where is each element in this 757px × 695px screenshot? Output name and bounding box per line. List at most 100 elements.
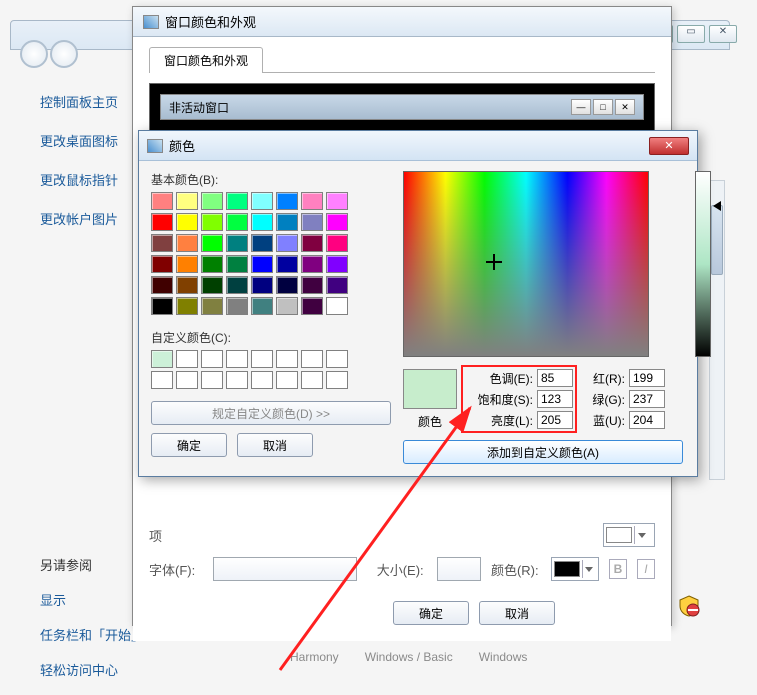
color-swatch[interactable] (276, 234, 298, 252)
win1-cancel-button[interactable]: 取消 (479, 601, 555, 625)
color-label: 颜色(R): (491, 560, 541, 579)
color-swatch[interactable] (151, 192, 173, 210)
hue-input[interactable] (537, 369, 573, 387)
lum-input[interactable] (537, 411, 573, 429)
italic-button[interactable]: I (637, 559, 655, 579)
scrollbar-thumb[interactable] (711, 205, 723, 275)
color1-dropdown[interactable] (603, 523, 655, 547)
bg-max-button[interactable]: ▭ (677, 25, 705, 43)
color-swatch[interactable] (201, 276, 223, 294)
custom-color-swatch[interactable] (276, 371, 298, 389)
custom-color-swatch[interactable] (251, 350, 273, 368)
color-swatch[interactable] (276, 255, 298, 273)
custom-color-swatch[interactable] (276, 350, 298, 368)
custom-color-swatch[interactable] (301, 350, 323, 368)
color-swatch[interactable] (226, 276, 248, 294)
sidebar-home[interactable]: 控制面板主页 (40, 92, 140, 111)
font-combo[interactable] (213, 557, 357, 581)
color-swatch[interactable] (226, 255, 248, 273)
nav-back-forward[interactable] (20, 40, 78, 68)
preview-close-button: ✕ (615, 99, 635, 115)
custom-color-swatch[interactable] (151, 350, 173, 368)
color-swatch[interactable] (176, 192, 198, 210)
color-swatch[interactable] (151, 297, 173, 315)
color-swatch[interactable] (251, 276, 273, 294)
color-swatch[interactable] (176, 255, 198, 273)
color-swatch[interactable] (226, 213, 248, 231)
color-swatch[interactable] (301, 255, 323, 273)
color-swatch[interactable] (276, 297, 298, 315)
see-also-ease[interactable]: 轻松访问中心 (40, 660, 150, 679)
r-input[interactable] (629, 369, 665, 387)
bg-close-button[interactable]: ✕ (709, 25, 737, 43)
color-swatch[interactable] (201, 234, 223, 252)
color-swatch[interactable] (201, 255, 223, 273)
color-swatch[interactable] (251, 234, 273, 252)
color-swatch[interactable] (276, 213, 298, 231)
custom-color-swatch[interactable] (301, 371, 323, 389)
b-input[interactable] (629, 411, 665, 429)
bold-button[interactable]: B (609, 559, 627, 579)
custom-color-swatch[interactable] (226, 350, 248, 368)
custom-color-swatch[interactable] (176, 350, 198, 368)
close-button[interactable]: ✕ (649, 137, 689, 155)
custom-color-swatch[interactable] (326, 350, 348, 368)
color-swatch[interactable] (326, 276, 348, 294)
color-swatch[interactable] (201, 192, 223, 210)
color-swatch[interactable] (176, 276, 198, 294)
custom-color-swatch[interactable] (151, 371, 173, 389)
color-swatch[interactable] (151, 213, 173, 231)
color-swatch[interactable] (326, 213, 348, 231)
color-swatch[interactable] (151, 276, 173, 294)
color-swatch[interactable] (151, 234, 173, 252)
color-swatch[interactable] (326, 255, 348, 273)
g-input[interactable] (629, 390, 665, 408)
color-swatch[interactable] (226, 234, 248, 252)
add-to-custom-button[interactable]: 添加到自定义颜色(A) (403, 440, 683, 464)
color-swatch[interactable] (301, 192, 323, 210)
custom-color-swatch[interactable] (326, 371, 348, 389)
sidebar-item-mouse[interactable]: 更改鼠标指针 (40, 170, 140, 189)
color-cancel-button[interactable]: 取消 (237, 433, 313, 457)
color-swatch[interactable] (176, 234, 198, 252)
color-swatch[interactable] (176, 213, 198, 231)
color-swatch[interactable] (326, 192, 348, 210)
win1-ok-button[interactable]: 确定 (393, 601, 469, 625)
sidebar-item-account[interactable]: 更改帐户图片 (40, 209, 140, 228)
color-swatch[interactable] (151, 255, 173, 273)
win1-titlebar[interactable]: 窗口颜色和外观 (133, 7, 671, 37)
color-swatch[interactable] (301, 213, 323, 231)
hue-sat-field[interactable] (403, 171, 649, 357)
sidebar-item-icons[interactable]: 更改桌面图标 (40, 131, 140, 150)
custom-color-swatch[interactable] (201, 350, 223, 368)
custom-color-swatch[interactable] (201, 371, 223, 389)
custom-color-swatch[interactable] (226, 371, 248, 389)
color-swatch[interactable] (176, 297, 198, 315)
color-swatch[interactable] (226, 192, 248, 210)
color-swatch[interactable] (201, 213, 223, 231)
vertical-scrollbar[interactable] (709, 180, 725, 480)
custom-color-swatch[interactable] (176, 371, 198, 389)
define-custom-button[interactable]: 规定自定义颜色(D) >> (151, 401, 391, 425)
color-swatch[interactable] (301, 234, 323, 252)
color-swatch[interactable] (326, 234, 348, 252)
color-swatch[interactable] (301, 297, 323, 315)
color-swatch[interactable] (251, 192, 273, 210)
color-swatch[interactable] (251, 297, 273, 315)
color-ok-button[interactable]: 确定 (151, 433, 227, 457)
size-combo[interactable] (437, 557, 481, 581)
font-color-dropdown[interactable] (551, 557, 599, 581)
color-swatch[interactable] (201, 297, 223, 315)
color-swatch[interactable] (276, 192, 298, 210)
color-dialog-titlebar[interactable]: 颜色 ✕ (139, 131, 697, 161)
color-swatch[interactable] (276, 276, 298, 294)
color-swatch[interactable] (301, 276, 323, 294)
custom-color-swatch[interactable] (251, 371, 273, 389)
tab-window-color[interactable]: 窗口颜色和外观 (149, 47, 263, 73)
color-swatch[interactable] (251, 255, 273, 273)
color-swatch[interactable] (326, 297, 348, 315)
color-swatch[interactable] (251, 213, 273, 231)
luminance-slider[interactable] (695, 171, 711, 357)
sat-input[interactable] (537, 390, 573, 408)
color-swatch[interactable] (226, 297, 248, 315)
